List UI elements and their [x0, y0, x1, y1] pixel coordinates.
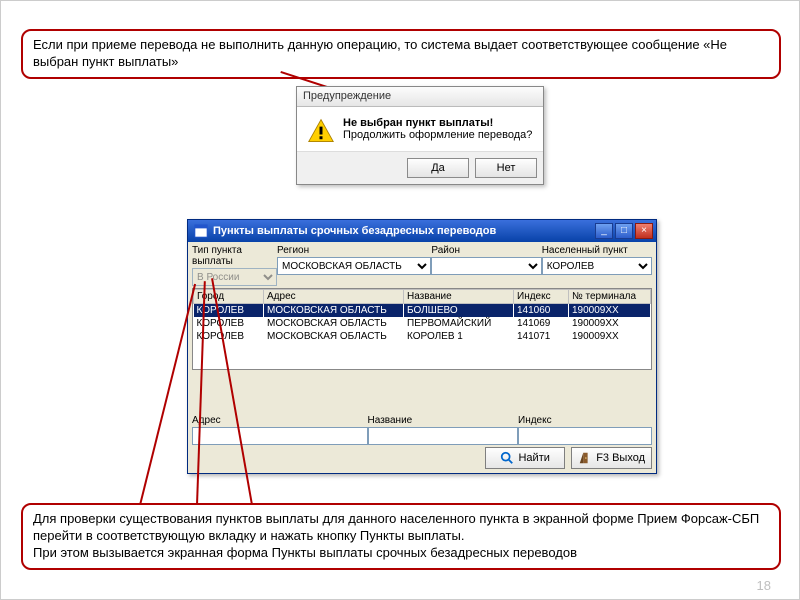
exit-icon — [578, 451, 592, 465]
messagebox-yes-button[interactable]: Да — [407, 158, 469, 178]
bottom-inputs: Адрес Название Индекс — [192, 415, 652, 445]
callout-bottom: Для проверки существования пунктов выпла… — [21, 503, 781, 570]
bottom-name-label: Название — [368, 415, 518, 426]
messagebox-buttons: Да Нет — [297, 151, 543, 184]
messagebox-title-text: Предупреждение — [303, 90, 391, 102]
maximize-button[interactable]: □ — [615, 223, 633, 239]
cell-city: КОРОЛЕВ — [194, 317, 264, 330]
cell-index: 141071 — [514, 330, 569, 343]
cell-index: 141069 — [514, 317, 569, 330]
messagebox-text: Не выбран пункт выплаты! Продолжить офор… — [343, 117, 532, 141]
search-icon — [500, 451, 514, 465]
filters-row: Тип пункта выплаты В России Регион МОСКО… — [188, 242, 656, 288]
paypoints-title: Пункты выплаты срочных безадресных перев… — [213, 225, 496, 237]
cell-addr: МОСКОВСКАЯ ОБЛАСТЬ — [264, 304, 404, 318]
paypoints-titlebar: Пункты выплаты срочных безадресных перев… — [188, 220, 656, 242]
grid-header-row: Город Адрес Название Индекс № терминала — [194, 290, 651, 304]
messagebox-line1: Не выбран пункт выплаты! — [343, 117, 532, 129]
cell-name: КОРОЛЕВ 1 — [404, 330, 514, 343]
bottom-index-label: Индекс — [518, 415, 652, 426]
messagebox-body: Не выбран пункт выплаты! Продолжить офор… — [297, 107, 543, 151]
table-row[interactable]: КОРОЛЕВМОСКОВСКАЯ ОБЛАСТЬБОЛШЕВО14106019… — [194, 304, 651, 318]
exit-button[interactable]: F3 Выход — [571, 447, 652, 469]
callout-top-text: Если при приеме перевода не выполнить да… — [33, 37, 727, 69]
cell-name: ПЕРВОМАЙСКИЙ — [404, 317, 514, 330]
type-label: Тип пункта выплаты — [192, 245, 277, 267]
cell-addr: МОСКОВСКАЯ ОБЛАСТЬ — [264, 317, 404, 330]
callout-top: Если при приеме перевода не выполнить да… — [21, 29, 781, 79]
page-number: 18 — [757, 578, 771, 593]
cell-city: КОРОЛЕВ — [194, 330, 264, 343]
locality-label: Населенный пункт — [542, 245, 652, 256]
col-term[interactable]: № терминала — [569, 290, 651, 304]
table-row[interactable]: КОРОЛЕВМОСКОВСКАЯ ОБЛАСТЬКОРОЛЕВ 1141071… — [194, 330, 651, 343]
col-index[interactable]: Индекс — [514, 290, 569, 304]
col-addr[interactable]: Адрес — [264, 290, 404, 304]
close-button[interactable]: × — [635, 223, 653, 239]
cell-name: БОЛШЕВО — [404, 304, 514, 318]
locality-select[interactable]: КОРОЛЕВ — [542, 257, 652, 275]
col-name[interactable]: Название — [404, 290, 514, 304]
callout-bottom-text: Для проверки существования пунктов выпла… — [33, 511, 759, 560]
region-select[interactable]: МОСКОВСКАЯ ОБЛАСТЬ — [277, 257, 431, 275]
messagebox-line2: Продолжить оформление перевода? — [343, 129, 532, 141]
search-button[interactable]: Найти — [485, 447, 565, 469]
bottom-addr-input[interactable] — [192, 427, 368, 445]
action-bar: Найти F3 Выход — [192, 447, 652, 469]
window-controls: _ □ × — [595, 223, 653, 239]
messagebox-no-button[interactable]: Нет — [475, 158, 537, 178]
warning-messagebox: Предупреждение Не выбран пункт выплаты! … — [296, 86, 544, 185]
table-row[interactable]: КОРОЛЕВМОСКОВСКАЯ ОБЛАСТЬПЕРВОМАЙСКИЙ141… — [194, 317, 651, 330]
search-label: Найти — [518, 452, 549, 464]
cell-index: 141060 — [514, 304, 569, 318]
cell-term: 190009XX — [569, 317, 651, 330]
bottom-addr-label: Адрес — [192, 415, 368, 426]
paypoints-window: Пункты выплаты срочных безадресных перев… — [187, 219, 657, 474]
messagebox-title: Предупреждение — [297, 87, 543, 107]
cell-term: 190009XX — [569, 330, 651, 343]
bottom-name-input[interactable] — [368, 427, 518, 445]
district-label: Район — [431, 245, 541, 256]
window-icon — [194, 224, 208, 238]
cell-term: 190009XX — [569, 304, 651, 318]
district-select[interactable] — [431, 257, 541, 275]
minimize-button[interactable]: _ — [595, 223, 613, 239]
bottom-index-input[interactable] — [518, 427, 652, 445]
region-label: Регион — [277, 245, 431, 256]
exit-label: F3 Выход — [596, 452, 645, 464]
warning-icon — [307, 117, 335, 145]
cell-addr: МОСКОВСКАЯ ОБЛАСТЬ — [264, 330, 404, 343]
paypoints-grid[interactable]: Город Адрес Название Индекс № терминала … — [192, 288, 652, 370]
